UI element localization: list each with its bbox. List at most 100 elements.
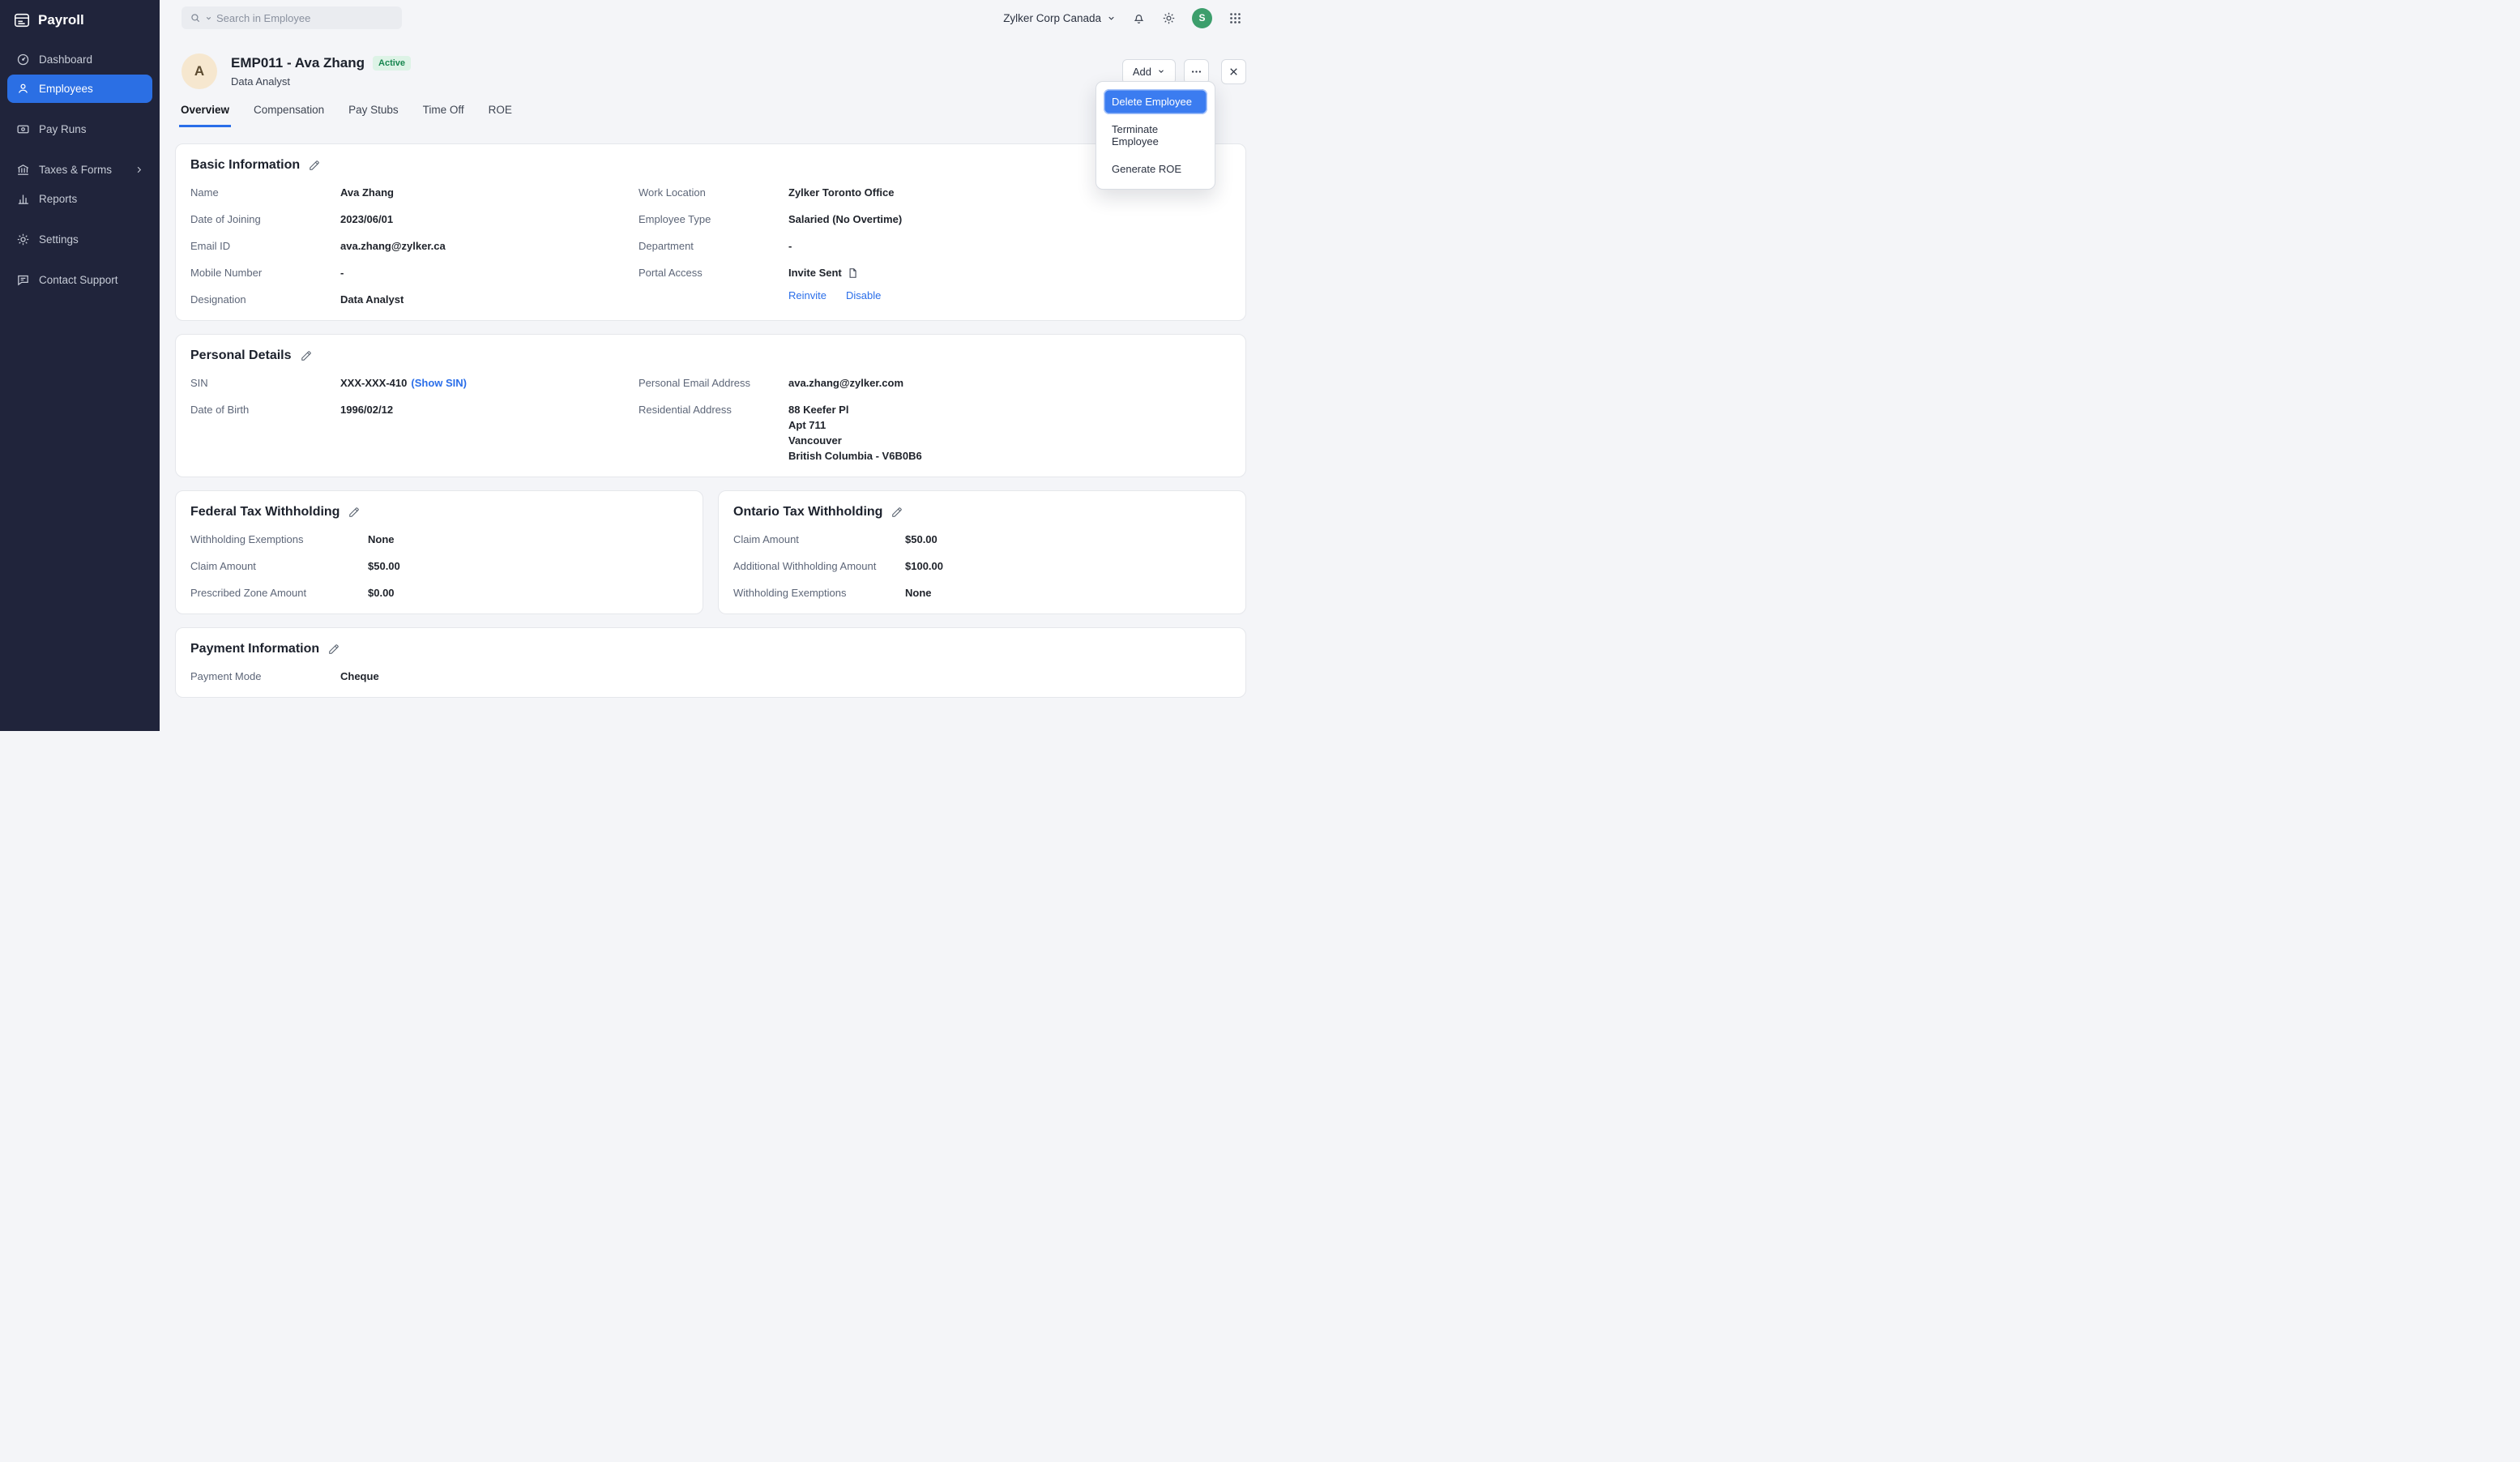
field-row: Withholding Exemptions None	[733, 585, 1231, 601]
field-row: Withholding Exemptions None	[190, 532, 688, 547]
more-actions-button[interactable]	[1184, 59, 1209, 84]
ellipsis-icon	[1190, 66, 1202, 78]
employee-titles: EMP011 - Ava Zhang Active Data Analyst	[231, 55, 411, 88]
edit-basic-information-button[interactable]	[309, 160, 320, 171]
personal-left-column: SIN XXX-XXX-410 (Show SIN) Date of Birth …	[190, 375, 639, 464]
field-value: $100.00	[905, 558, 943, 574]
tab-time-off[interactable]: Time Off	[421, 104, 466, 127]
dashboard-icon	[16, 53, 30, 66]
edit-personal-details-button[interactable]	[301, 350, 312, 361]
chevron-right-icon	[135, 165, 143, 174]
field-label: Portal Access	[639, 265, 788, 303]
tax-cards-row: Federal Tax Withholding Withholding Exem…	[175, 490, 1246, 614]
notifications-button[interactable]	[1132, 11, 1146, 25]
field-row: Personal Email Address ava.zhang@zylker.…	[639, 375, 1231, 391]
field-value: Cheque	[340, 669, 379, 684]
field-label: Employee Type	[639, 212, 788, 227]
employee-avatar: A	[182, 53, 217, 89]
field-row: Designation Data Analyst	[190, 292, 639, 307]
sidebar-item-employees[interactable]: Employees	[7, 75, 152, 103]
pencil-icon	[891, 507, 903, 518]
field-value: Ava Zhang	[340, 185, 394, 200]
employee-actions-menu: Delete Employee Terminate Employee Gener…	[1096, 81, 1215, 190]
pencil-icon	[309, 160, 320, 171]
show-sin-link[interactable]: (Show SIN)	[411, 377, 467, 389]
federal-tax-withholding-card: Federal Tax Withholding Withholding Exem…	[175, 490, 703, 614]
apps-grid-icon	[1228, 11, 1242, 25]
edit-payment-information-button[interactable]	[328, 643, 340, 655]
field-row: Employee Type Salaried (No Overtime)	[639, 212, 1231, 227]
settings-button[interactable]	[1162, 11, 1176, 25]
field-row: Date of Birth 1996/02/12	[190, 402, 639, 417]
field-label: Date of Joining	[190, 212, 340, 227]
employee-designation: Data Analyst	[231, 75, 411, 88]
field-label: SIN	[190, 375, 340, 391]
sidebar-item-reports[interactable]: Reports	[7, 185, 152, 213]
menu-item-delete-employee[interactable]: Delete Employee	[1104, 89, 1207, 114]
add-button-label: Add	[1133, 66, 1151, 78]
tab-roe[interactable]: ROE	[487, 104, 514, 127]
reinvite-link[interactable]: Reinvite	[788, 288, 826, 303]
search-box[interactable]	[182, 6, 402, 29]
field-label: Additional Withholding Amount	[733, 558, 905, 574]
search-icon	[190, 12, 201, 24]
settings-icon	[16, 233, 30, 246]
field-value: None	[368, 532, 395, 547]
tab-pay-stubs[interactable]: Pay Stubs	[347, 104, 400, 127]
add-button[interactable]: Add	[1122, 59, 1176, 84]
menu-item-generate-roe[interactable]: Generate ROE	[1104, 156, 1207, 182]
sidebar-item-settings[interactable]: Settings	[7, 225, 152, 254]
field-label: Personal Email Address	[639, 375, 788, 391]
sidebar: Payroll Dashboard Employees	[0, 0, 160, 731]
sidebar-item-label: Contact Support	[39, 274, 118, 286]
field-value: $0.00	[368, 585, 395, 601]
field-label: Residential Address	[639, 402, 788, 464]
employees-icon	[16, 82, 30, 96]
sidebar-item-dashboard[interactable]: Dashboard	[7, 45, 152, 74]
edit-ontario-tax-button[interactable]	[891, 507, 903, 518]
personal-right-column: Personal Email Address ava.zhang@zylker.…	[639, 375, 1231, 464]
tab-overview[interactable]: Overview	[179, 104, 231, 127]
org-selector[interactable]: Zylker Corp Canada	[1003, 12, 1116, 24]
field-row: Date of Joining 2023/06/01	[190, 212, 639, 227]
field-value: 1996/02/12	[340, 402, 393, 417]
basic-right-column: Work Location Zylker Toronto Office Empl…	[639, 185, 1231, 307]
header-actions: Add	[1122, 59, 1246, 84]
sidebar-item-label: Taxes & Forms	[39, 164, 112, 176]
employee-tabs: Overview Compensation Pay Stubs Time Off…	[175, 104, 1246, 127]
field-value: XXX-XXX-410	[340, 377, 407, 389]
field-value: $50.00	[905, 532, 938, 547]
field-row-portal-access: Portal Access Invite Sent	[639, 265, 1231, 303]
field-row: Additional Withholding Amount $100.00	[733, 558, 1231, 574]
gear-icon	[1162, 11, 1176, 25]
search-input[interactable]	[216, 12, 394, 24]
tab-compensation[interactable]: Compensation	[252, 104, 326, 127]
sidebar-item-taxes-forms[interactable]: Taxes & Forms	[7, 156, 152, 184]
field-label: Department	[639, 238, 788, 254]
ontario-tax-withholding-card: Ontario Tax Withholding Claim Amount $50…	[718, 490, 1246, 614]
sidebar-item-label: Reports	[39, 193, 77, 205]
chevron-down-icon	[1107, 14, 1116, 23]
invite-sent-icon	[847, 267, 858, 279]
pencil-icon	[301, 350, 312, 361]
sidebar-item-pay-runs[interactable]: Pay Runs	[7, 115, 152, 143]
field-label: Work Location	[639, 185, 788, 200]
bell-icon	[1132, 11, 1146, 25]
menu-item-terminate-employee[interactable]: Terminate Employee	[1104, 117, 1207, 154]
status-badge: Active	[373, 56, 411, 71]
card-title: Basic Information	[190, 158, 300, 173]
field-label: Mobile Number	[190, 265, 340, 280]
field-value: None	[905, 585, 932, 601]
field-label: Withholding Exemptions	[190, 532, 368, 547]
field-value: -	[788, 238, 792, 254]
field-value: $50.00	[368, 558, 400, 574]
field-value: ava.zhang@zylker.ca	[340, 238, 446, 254]
card-title: Payment Information	[190, 642, 319, 656]
disable-link[interactable]: Disable	[846, 288, 881, 303]
search-scope-chevron-icon[interactable]	[205, 15, 212, 22]
user-avatar[interactable]: S	[1192, 8, 1212, 28]
edit-federal-tax-button[interactable]	[348, 507, 360, 518]
sidebar-item-contact-support[interactable]: Contact Support	[7, 266, 152, 294]
close-button[interactable]	[1221, 59, 1246, 84]
apps-button[interactable]	[1228, 11, 1242, 25]
